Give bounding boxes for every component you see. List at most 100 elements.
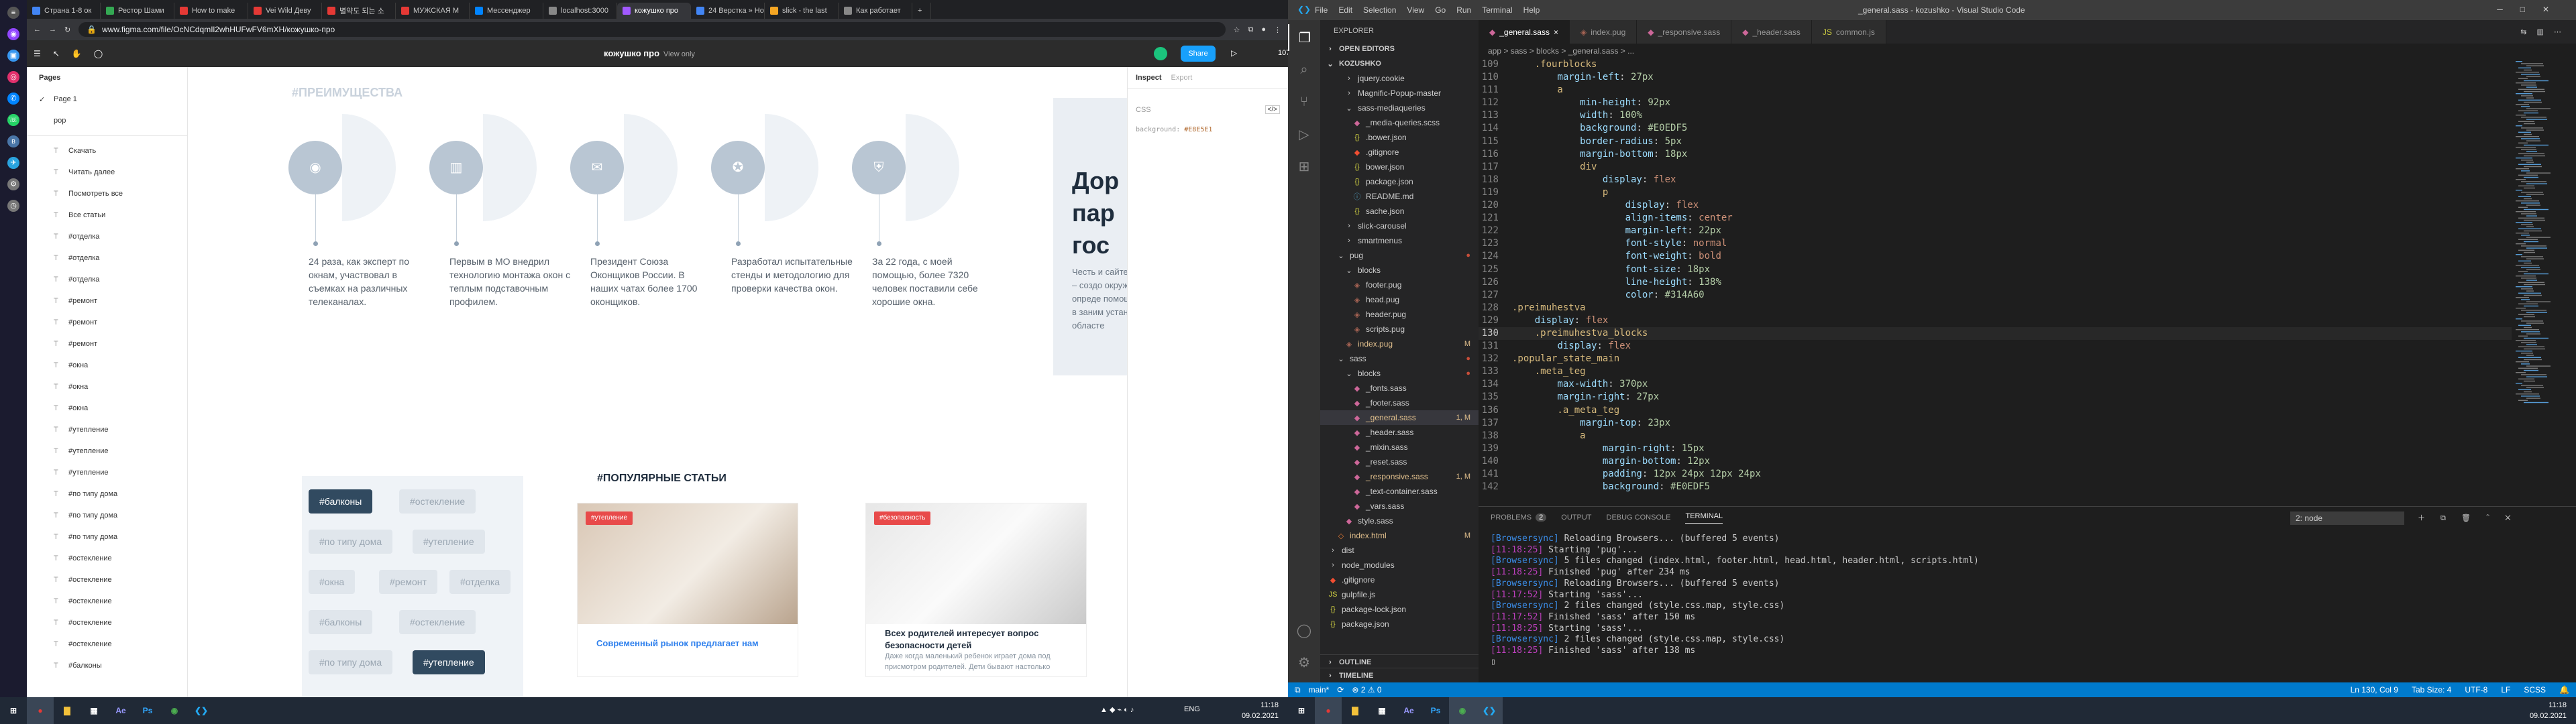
file-tree-item[interactable]: › dist bbox=[1320, 543, 1479, 558]
file-tree-item[interactable]: {} .bower.json bbox=[1320, 130, 1479, 145]
layer-item[interactable]: T #утепление bbox=[27, 440, 187, 462]
layer-item[interactable]: T #отделка bbox=[27, 226, 187, 247]
file-tree-item[interactable]: › slick-carousel bbox=[1320, 219, 1479, 233]
extensions-icon[interactable]: ⊞ bbox=[1288, 153, 1320, 180]
layer-item[interactable]: T #остекление bbox=[27, 612, 187, 634]
browser-tab[interactable]: How to make bbox=[174, 3, 248, 19]
telegram-icon[interactable]: ✈ bbox=[7, 157, 19, 169]
file-tree-item[interactable]: ◆ _text-container.sass bbox=[1320, 484, 1479, 499]
file-tree-item[interactable]: › jquery.cookie bbox=[1320, 71, 1479, 86]
browser-tab[interactable]: Vei Wild Деву bbox=[248, 3, 322, 19]
menu-item[interactable]: File bbox=[1315, 5, 1328, 15]
explorer-icon[interactable]: ▦ bbox=[80, 697, 107, 724]
page-item[interactable]: ✓ Page 1 bbox=[27, 88, 187, 110]
file-tree-item[interactable]: ◆ _responsive.sass 1, M bbox=[1320, 469, 1479, 484]
git-branch[interactable]: main* bbox=[1309, 685, 1330, 695]
browser-tab[interactable]: кожушко про bbox=[617, 3, 691, 19]
language-indicator[interactable]: ENG bbox=[1184, 705, 1200, 713]
after-effects-icon[interactable]: Ae bbox=[107, 697, 134, 724]
tag-chip[interactable]: #отделка bbox=[449, 570, 511, 594]
after-effects-icon[interactable]: Ae bbox=[1395, 697, 1422, 724]
file-tree-item[interactable]: ◆ .gitignore bbox=[1320, 145, 1479, 160]
settings-icon[interactable]: ⚙ bbox=[7, 178, 19, 190]
instagram-icon[interactable]: ◎ bbox=[7, 71, 19, 83]
tag-chip[interactable]: #остекление bbox=[399, 489, 476, 514]
file-tree-item[interactable]: JS gulpfile.js bbox=[1320, 587, 1479, 602]
run-debug-icon[interactable]: ▷ bbox=[1288, 121, 1320, 147]
page-item[interactable]: pop bbox=[27, 110, 187, 131]
menu-item[interactable]: View bbox=[1407, 5, 1424, 15]
layer-item[interactable]: T #окна bbox=[27, 398, 187, 419]
file-tree-item[interactable]: ⌄ blocks bbox=[1320, 263, 1479, 278]
encoding[interactable]: UTF-8 bbox=[2465, 685, 2487, 695]
inspect-tab[interactable]: Inspect bbox=[1136, 74, 1162, 82]
source-control-icon[interactable]: ⑂ bbox=[1288, 88, 1320, 115]
layer-item[interactable]: T #остекление bbox=[27, 569, 187, 591]
move-tool-icon[interactable]: ↖ bbox=[53, 49, 60, 58]
layer-item[interactable]: T #по типу дома bbox=[27, 505, 187, 526]
file-tree-item[interactable]: ⌄ pug ● bbox=[1320, 248, 1479, 263]
layer-item[interactable]: T #отделка bbox=[27, 247, 187, 269]
file-tree-item[interactable]: ◆ _media-queries.scss bbox=[1320, 115, 1479, 130]
editor-tab[interactable]: ◆ _responsive.sass bbox=[1637, 20, 1732, 44]
file-tree-item[interactable]: {} package-lock.json bbox=[1320, 602, 1479, 617]
hand-tool-icon[interactable]: ✋ bbox=[72, 49, 82, 58]
messenger-icon[interactable]: ✆ bbox=[7, 93, 19, 105]
line-endings[interactable]: LF bbox=[2501, 685, 2510, 695]
file-tree-item[interactable]: ◈ scripts.pug bbox=[1320, 322, 1479, 337]
tag-chip[interactable]: #остекление bbox=[399, 610, 476, 634]
article-badge[interactable]: #утепление bbox=[586, 511, 633, 525]
user-icon[interactable]: ◉ bbox=[7, 28, 19, 40]
file-tree-item[interactable]: ◆ .gitignore bbox=[1320, 572, 1479, 587]
address-bar[interactable]: 🔒 www.figma.com/file/OcNCdqmIl2whHUFwFV6… bbox=[78, 22, 1226, 37]
editor-actions-icons[interactable]: ⇆ ▥ ⋯ bbox=[2520, 27, 2565, 36]
file-tree-item[interactable]: ⓘ README.md bbox=[1320, 189, 1479, 204]
file-tree-item[interactable]: {} package.json bbox=[1320, 174, 1479, 189]
menu-item[interactable]: Terminal bbox=[1482, 5, 1512, 15]
clock[interactable]: 11:18 09.02.2021 bbox=[2530, 700, 2567, 721]
file-tree-item[interactable]: ◆ _vars.sass bbox=[1320, 499, 1479, 514]
article-badge[interactable]: #безопасность bbox=[874, 511, 931, 525]
editor-tab[interactable]: ◈ index.pug bbox=[1569, 20, 1638, 44]
file-tree-item[interactable]: {} bower.json bbox=[1320, 160, 1479, 174]
language-mode[interactable]: SCSS bbox=[2524, 685, 2546, 695]
browser-tab[interactable]: slick - the last bbox=[765, 3, 839, 19]
file-tree-item[interactable]: ⌄ sass-mediaqueries bbox=[1320, 101, 1479, 115]
menu-item[interactable]: Run bbox=[1456, 5, 1471, 15]
twitch-icon[interactable]: ▣ bbox=[7, 50, 19, 62]
browser-tab[interactable]: Мессенджер bbox=[470, 3, 543, 19]
file-tree-item[interactable]: ⌄ blocks ● bbox=[1320, 366, 1479, 381]
panel-tab[interactable]: TERMINAL bbox=[1685, 512, 1723, 524]
star-icon[interactable]: ☆ bbox=[1234, 25, 1240, 34]
timeline-header[interactable]: › TIMELINE bbox=[1320, 668, 1479, 682]
layer-item[interactable]: T Все статьи bbox=[27, 204, 187, 226]
article-card[interactable]: #утепление Современный рынок предлагает н… bbox=[577, 503, 798, 677]
user-avatar[interactable] bbox=[1154, 47, 1167, 60]
layer-item[interactable]: T Посмотреть все bbox=[27, 183, 187, 204]
layer-item[interactable]: T #по типу дома bbox=[27, 526, 187, 548]
window-controls[interactable]: ─□✕ bbox=[2497, 5, 2567, 14]
explorer-icon[interactable]: ▦ bbox=[1368, 697, 1395, 724]
forward-icon[interactable]: → bbox=[49, 25, 56, 34]
layer-item[interactable]: T #по типу дома bbox=[27, 483, 187, 505]
layer-item[interactable]: T #ремонт bbox=[27, 312, 187, 333]
reload-icon[interactable]: ↻ bbox=[64, 25, 70, 34]
tray-icons[interactable]: ▲ ◆ ⌁ ◐ ♪ bbox=[1100, 705, 1134, 714]
layer-item[interactable]: T #окна bbox=[27, 376, 187, 398]
file-tree-item[interactable]: ◈ header.pug bbox=[1320, 307, 1479, 322]
file-tree-item[interactable]: ◆ _general.sass 1, M bbox=[1320, 410, 1479, 425]
file-tree-item[interactable]: ◆ _mixin.sass bbox=[1320, 440, 1479, 455]
editor-tab[interactable]: ◆ _general.sass × bbox=[1479, 20, 1570, 44]
panel-tab[interactable]: DEBUG CONSOLE bbox=[1607, 514, 1671, 522]
css-label[interactable]: CSS bbox=[1136, 106, 1151, 114]
tag-chip[interactable]: #балконы bbox=[309, 610, 373, 634]
clock[interactable]: 11:18 09.02.2021 bbox=[1242, 700, 1279, 721]
present-icon[interactable]: ▷ bbox=[1231, 48, 1237, 58]
editor-tab[interactable]: ◆ _header.sass bbox=[1731, 20, 1812, 44]
tag-chip[interactable]: #утепление bbox=[413, 650, 485, 674]
tag-chip[interactable]: #балконы bbox=[309, 489, 373, 514]
browser-tab[interactable]: localhost:3000 bbox=[543, 3, 617, 19]
tag-chip[interactable]: #ремонт bbox=[379, 570, 437, 594]
problems-status[interactable]: ⊗ 2 ⚠ 0 bbox=[1352, 685, 1381, 695]
file-tree-item[interactable]: ◇ index.html M bbox=[1320, 528, 1479, 543]
